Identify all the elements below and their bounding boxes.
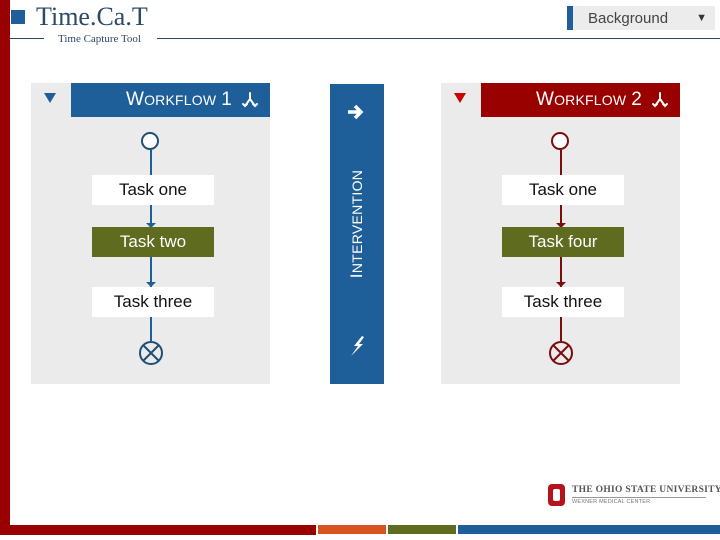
intervention-label: INTERVENTION [347, 169, 366, 279]
task-item-active[interactable]: Task four [502, 227, 624, 257]
bottom-accent-bar-olive [388, 525, 456, 534]
header-divider-left [10, 38, 44, 39]
workflow-title: WORKFLOW 2 [535, 89, 642, 110]
triangle-down-icon: ▼ [696, 12, 707, 24]
background-select[interactable]: Background ▼ [567, 6, 715, 30]
background-select-value: Background [588, 9, 669, 27]
intervention-bar[interactable]: INTERVENTION [330, 84, 384, 384]
connector-line [560, 317, 562, 341]
collapse-triangle-icon[interactable] [454, 93, 466, 103]
workflow-title: WORKFLOW 1 [125, 89, 232, 110]
workflow-panel-2: WORKFLOW 2 Task one Task four Task three [441, 83, 680, 384]
task-item-active[interactable]: Task two [92, 227, 214, 257]
arrow-right-icon[interactable] [345, 102, 367, 122]
task-item[interactable]: Task one [92, 175, 214, 205]
end-node-icon [139, 341, 163, 365]
task-item[interactable]: Task one [502, 175, 624, 205]
workflow-header-1[interactable]: WORKFLOW 1 [71, 83, 270, 117]
end-node-icon [549, 341, 573, 365]
task-item[interactable]: Task three [502, 287, 624, 317]
branch-icon[interactable] [652, 92, 668, 108]
app-title: Time.Ca.T [36, 2, 148, 31]
workflow-header-2[interactable]: WORKFLOW 2 [481, 83, 680, 117]
collapse-triangle-icon[interactable] [44, 93, 56, 103]
title-square-icon [11, 10, 25, 24]
bottom-accent-bar-orange [318, 525, 386, 534]
university-name: THE OHIO STATE UNIVERSITY [572, 485, 720, 495]
lightning-icon[interactable] [347, 334, 367, 358]
medical-center-name: WEXNER MEDICAL CENTER [572, 499, 651, 505]
task-item[interactable]: Task three [92, 287, 214, 317]
workflow-panel-1: WORKFLOW 1 Task one Task two Task three [31, 83, 270, 384]
start-node-icon [141, 132, 159, 150]
block-o-icon [548, 484, 565, 506]
bottom-accent-bar-scarlet [0, 525, 316, 535]
connector-line [150, 317, 152, 341]
bottom-accent-bar-blue [458, 525, 720, 534]
left-accent-bar [0, 0, 10, 535]
branch-icon[interactable] [242, 92, 258, 108]
start-node-icon [551, 132, 569, 150]
header-divider-right [157, 38, 720, 39]
app-subtitle: Time Capture Tool [58, 33, 141, 45]
logo-divider [572, 497, 706, 498]
